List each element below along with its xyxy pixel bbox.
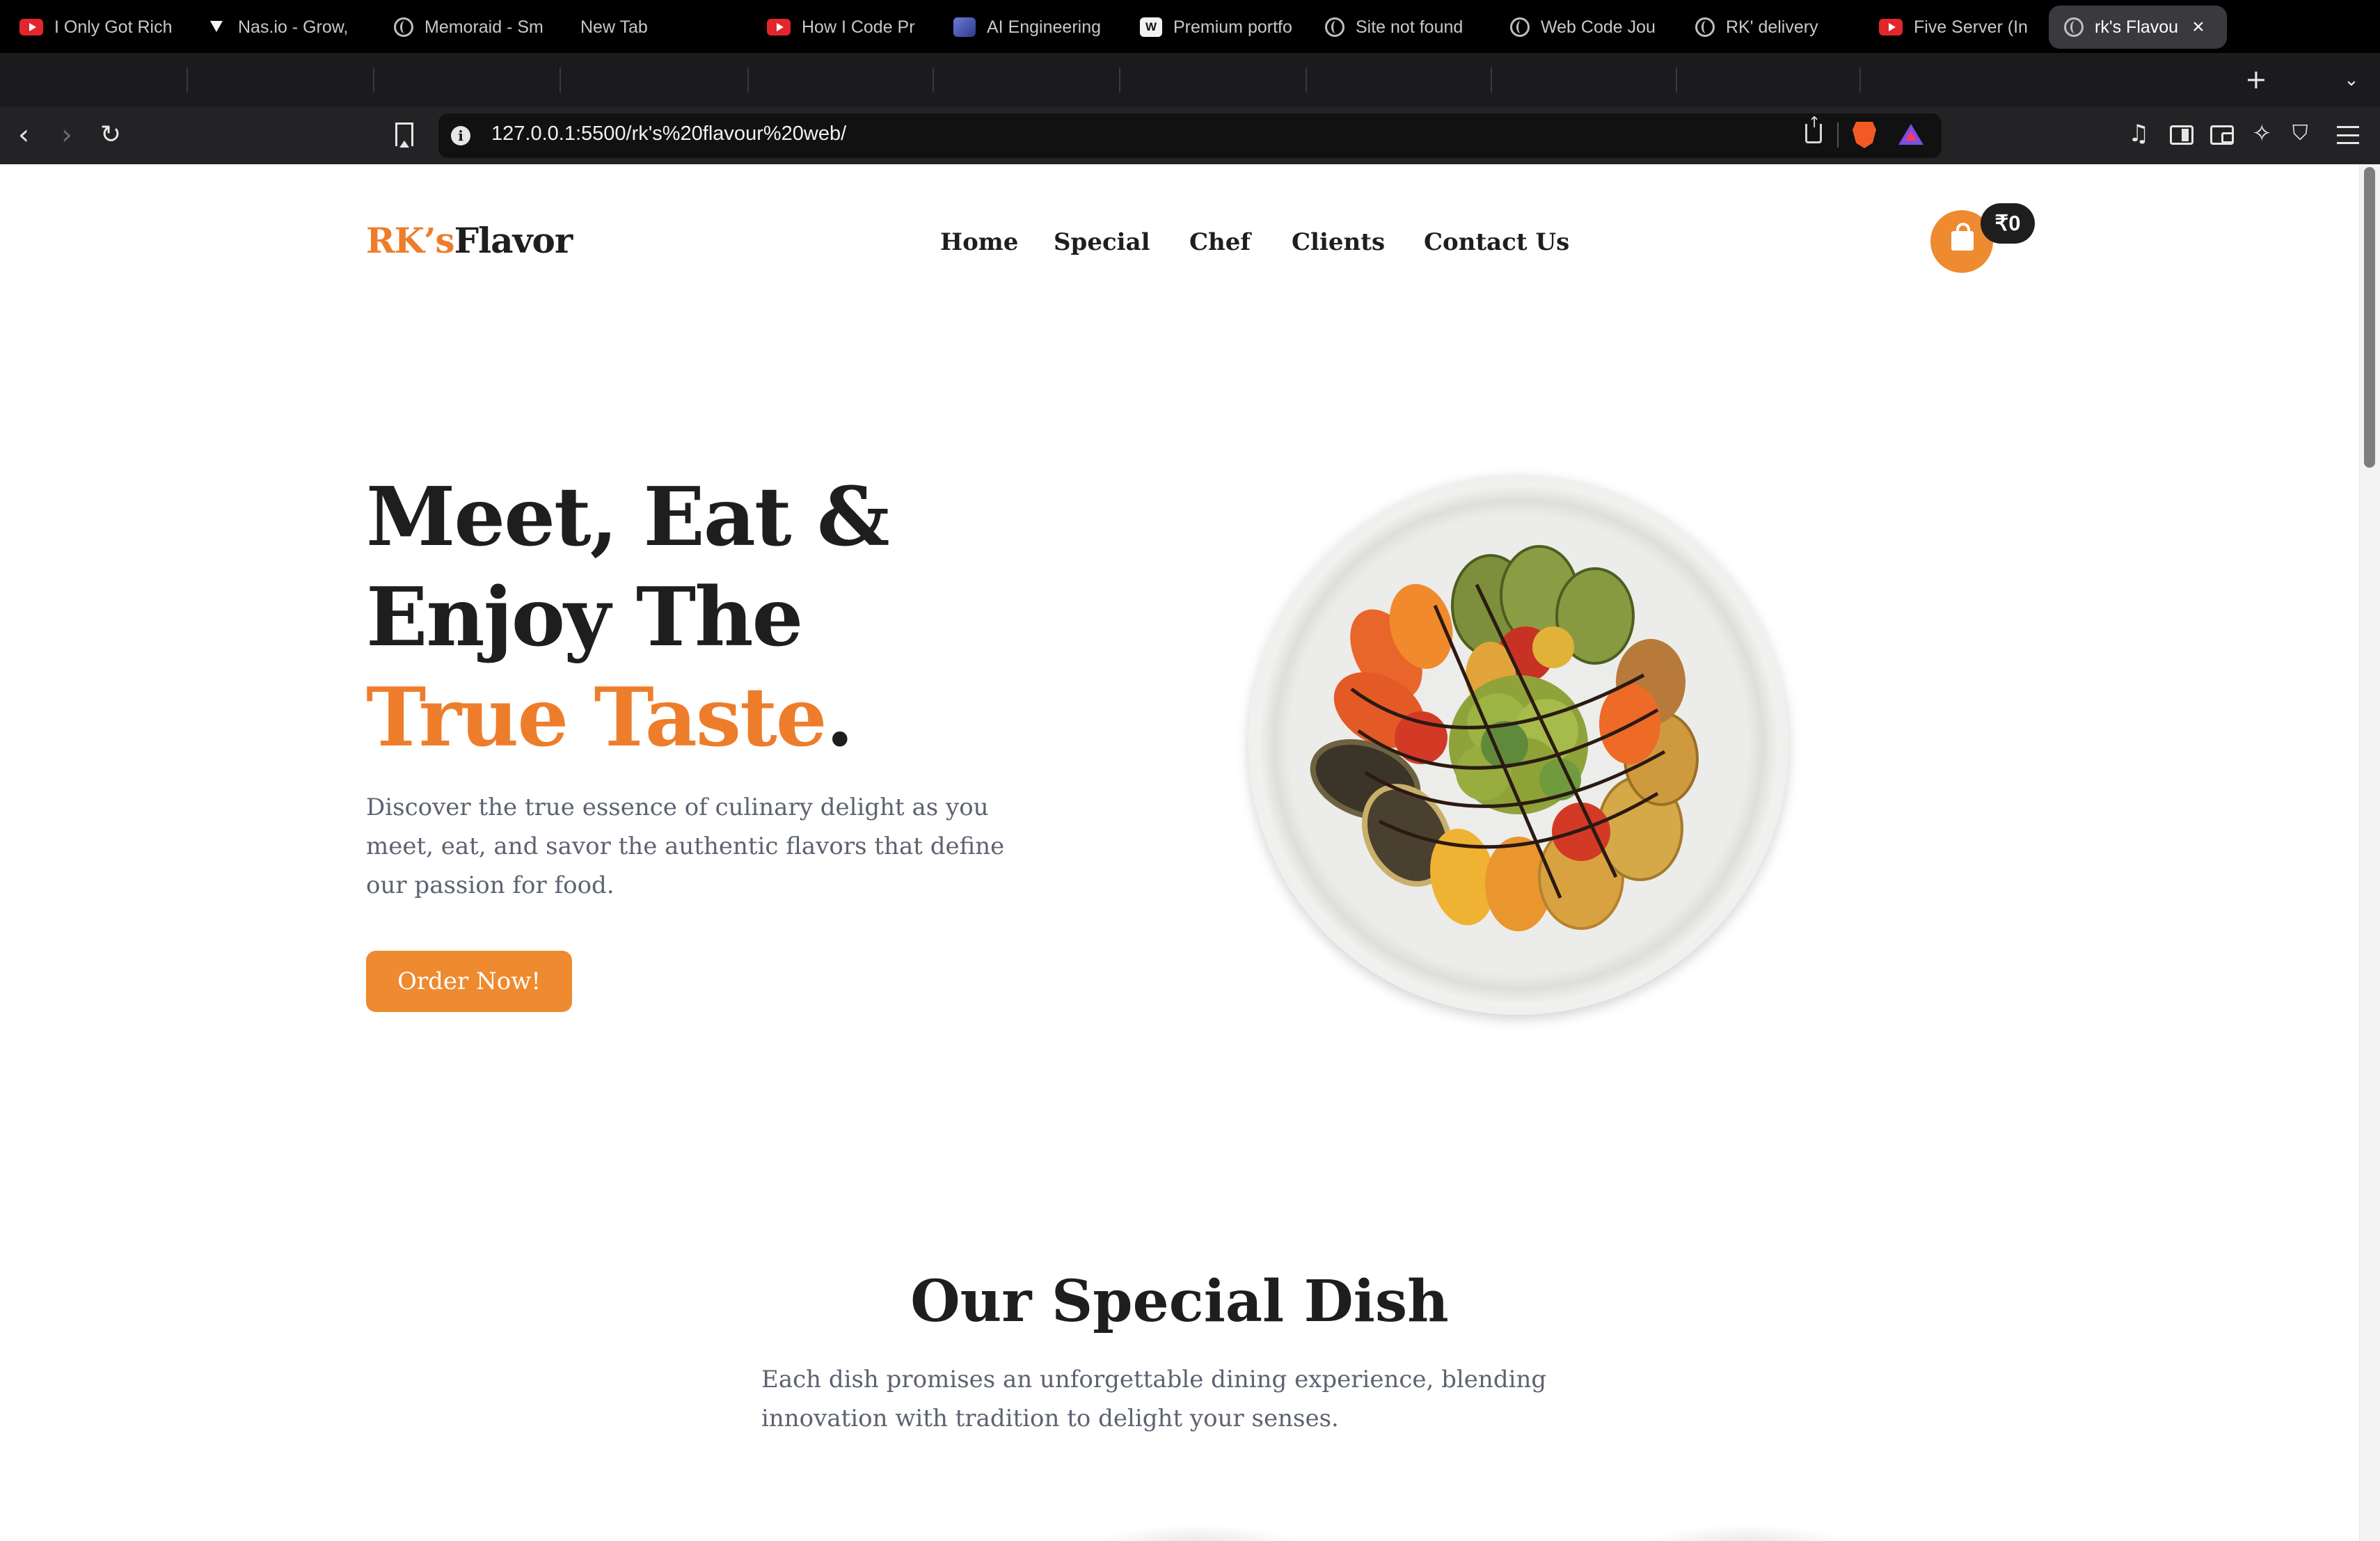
- dish-card-shadow: [1642, 1524, 1851, 1541]
- tab-divider: [933, 68, 934, 93]
- tab-new-tab[interactable]: New Tab: [580, 6, 720, 49]
- share-icon[interactable]: [1805, 114, 1822, 143]
- tab-divider: [1491, 68, 1492, 93]
- hero-title-line-2: Enjoy The: [366, 570, 803, 665]
- nav-clients[interactable]: Clients: [1292, 228, 1385, 256]
- sidebar-icon[interactable]: [2170, 125, 2193, 145]
- tab-rks-flavour-active[interactable]: rk's Flavou ×: [2049, 6, 2227, 49]
- hero-accent-text: True Taste: [366, 670, 827, 765]
- page-viewport: RK’sFlavor Home Special Chef Clients Con…: [0, 164, 2359, 1541]
- tab-title: I Only Got Rich: [54, 17, 173, 37]
- tab-divider: [373, 68, 374, 93]
- tab-web-code-journal[interactable]: Web Code Jou: [1510, 6, 1662, 49]
- grilled-vegetable-plate-image: [1248, 475, 1788, 1015]
- youtube-icon: [1879, 19, 1903, 35]
- dish-card-shadow: [1093, 1524, 1301, 1541]
- tab-i-only-got-rich[interactable]: I Only Got Rich: [19, 6, 174, 49]
- tab-divider: [1306, 68, 1307, 93]
- new-tab-button[interactable]: +: [2245, 65, 2267, 93]
- tab-title: RK' delivery: [1726, 17, 1818, 37]
- tab-bar: [0, 53, 2380, 107]
- tab-five-server[interactable]: Five Server (In: [1879, 6, 2031, 49]
- globe-icon: [2064, 17, 2084, 37]
- url-text[interactable]: 127.0.0.1:5500/rk's%20flavour%20web/: [491, 123, 846, 145]
- tab-divider: [1859, 68, 1861, 93]
- leo-ai-icon[interactable]: ✧: [2252, 120, 2272, 148]
- order-now-button[interactable]: Order Now!: [366, 951, 572, 1012]
- tab-title: Five Server (In: [1914, 17, 2028, 37]
- back-icon[interactable]: ‹: [18, 118, 29, 152]
- tab-title: New Tab: [580, 17, 648, 37]
- tab-premium-portfolio[interactable]: W Premium portfo: [1140, 6, 1292, 49]
- tab-title: Web Code Jou: [1541, 17, 1656, 37]
- tab-ai-engineering[interactable]: AI Engineering: [953, 6, 1102, 49]
- vegetable-arrangement: [1310, 545, 1699, 931]
- hero-title-line-3: True Taste.: [366, 670, 854, 765]
- nav-home[interactable]: Home: [940, 228, 1018, 256]
- scrollbar-thumb[interactable]: [2364, 167, 2375, 468]
- globe-icon: [394, 17, 413, 37]
- tab-divider: [747, 68, 749, 93]
- tab-how-i-code[interactable]: How I Code Pr: [767, 6, 920, 49]
- address-divider: [1837, 123, 1839, 148]
- vpn-icon[interactable]: ⛉: [2292, 120, 2308, 148]
- nas-icon: [206, 17, 227, 38]
- tab-title: Memoraid - Sm: [425, 17, 544, 37]
- tab-divider: [187, 68, 188, 93]
- nav-chef[interactable]: Chef: [1189, 228, 1251, 256]
- wallet-icon[interactable]: [2210, 125, 2234, 145]
- media-icon[interactable]: ♫: [2128, 120, 2149, 148]
- cart-total-badge: ₹0: [1981, 203, 2035, 244]
- ai-icon: [953, 17, 976, 37]
- nav-special[interactable]: Special: [1054, 228, 1150, 256]
- bookmark-icon[interactable]: [395, 123, 413, 148]
- special-dish-description: Each dish promises an unforgettable dini…: [761, 1366, 1547, 1432]
- youtube-icon: [19, 19, 43, 35]
- logo-prefix: RK’s: [366, 220, 455, 261]
- tab-title: How I Code Pr: [802, 17, 915, 37]
- tab-title: Site not found: [1356, 17, 1463, 37]
- globe-icon: [1325, 17, 1344, 37]
- site-logo[interactable]: RK’sFlavor: [366, 220, 573, 261]
- menu-icon[interactable]: [2337, 126, 2359, 144]
- tab-list-chevron-icon[interactable]: ⌄: [2344, 70, 2359, 90]
- youtube-icon: [767, 19, 791, 35]
- hero-description: Discover the true essence of culinary de…: [366, 793, 1005, 899]
- tab-nas-io[interactable]: Nas.io - Grow,: [206, 6, 355, 49]
- nav-contact-us[interactable]: Contact Us: [1424, 228, 1569, 256]
- tab-site-not-found[interactable]: Site not found: [1325, 6, 1477, 49]
- tab-divider: [1119, 68, 1120, 93]
- globe-icon: [1510, 17, 1530, 37]
- tab-memoraid[interactable]: Memoraid - Sm: [394, 6, 546, 49]
- hero-title-line-1: Meet, Eat &: [366, 470, 890, 564]
- forward-icon[interactable]: ›: [61, 118, 72, 152]
- site-info-icon[interactable]: i: [451, 126, 470, 145]
- shopping-bag-icon: [1951, 223, 1974, 251]
- tab-title: Nas.io - Grow,: [238, 17, 349, 37]
- tab-title: Premium portfo: [1173, 17, 1292, 37]
- tab-title: rk's Flavou: [2095, 17, 2179, 37]
- tab-divider: [560, 68, 561, 93]
- reload-icon[interactable]: ↻: [100, 118, 121, 152]
- tab-title: AI Engineering: [987, 17, 1102, 37]
- special-dish-title: Our Special Dish: [910, 1268, 1449, 1335]
- hero-period: .: [825, 670, 854, 765]
- brave-rewards-icon[interactable]: [1898, 124, 1923, 145]
- logo-name: Flavor: [454, 220, 573, 261]
- tab-divider: [1676, 68, 1677, 93]
- close-tab-icon[interactable]: ×: [2192, 15, 2205, 39]
- globe-icon: [1695, 17, 1715, 37]
- w-icon: W: [1140, 17, 1162, 37]
- tab-rk-delivery[interactable]: RK' delivery: [1695, 6, 1855, 49]
